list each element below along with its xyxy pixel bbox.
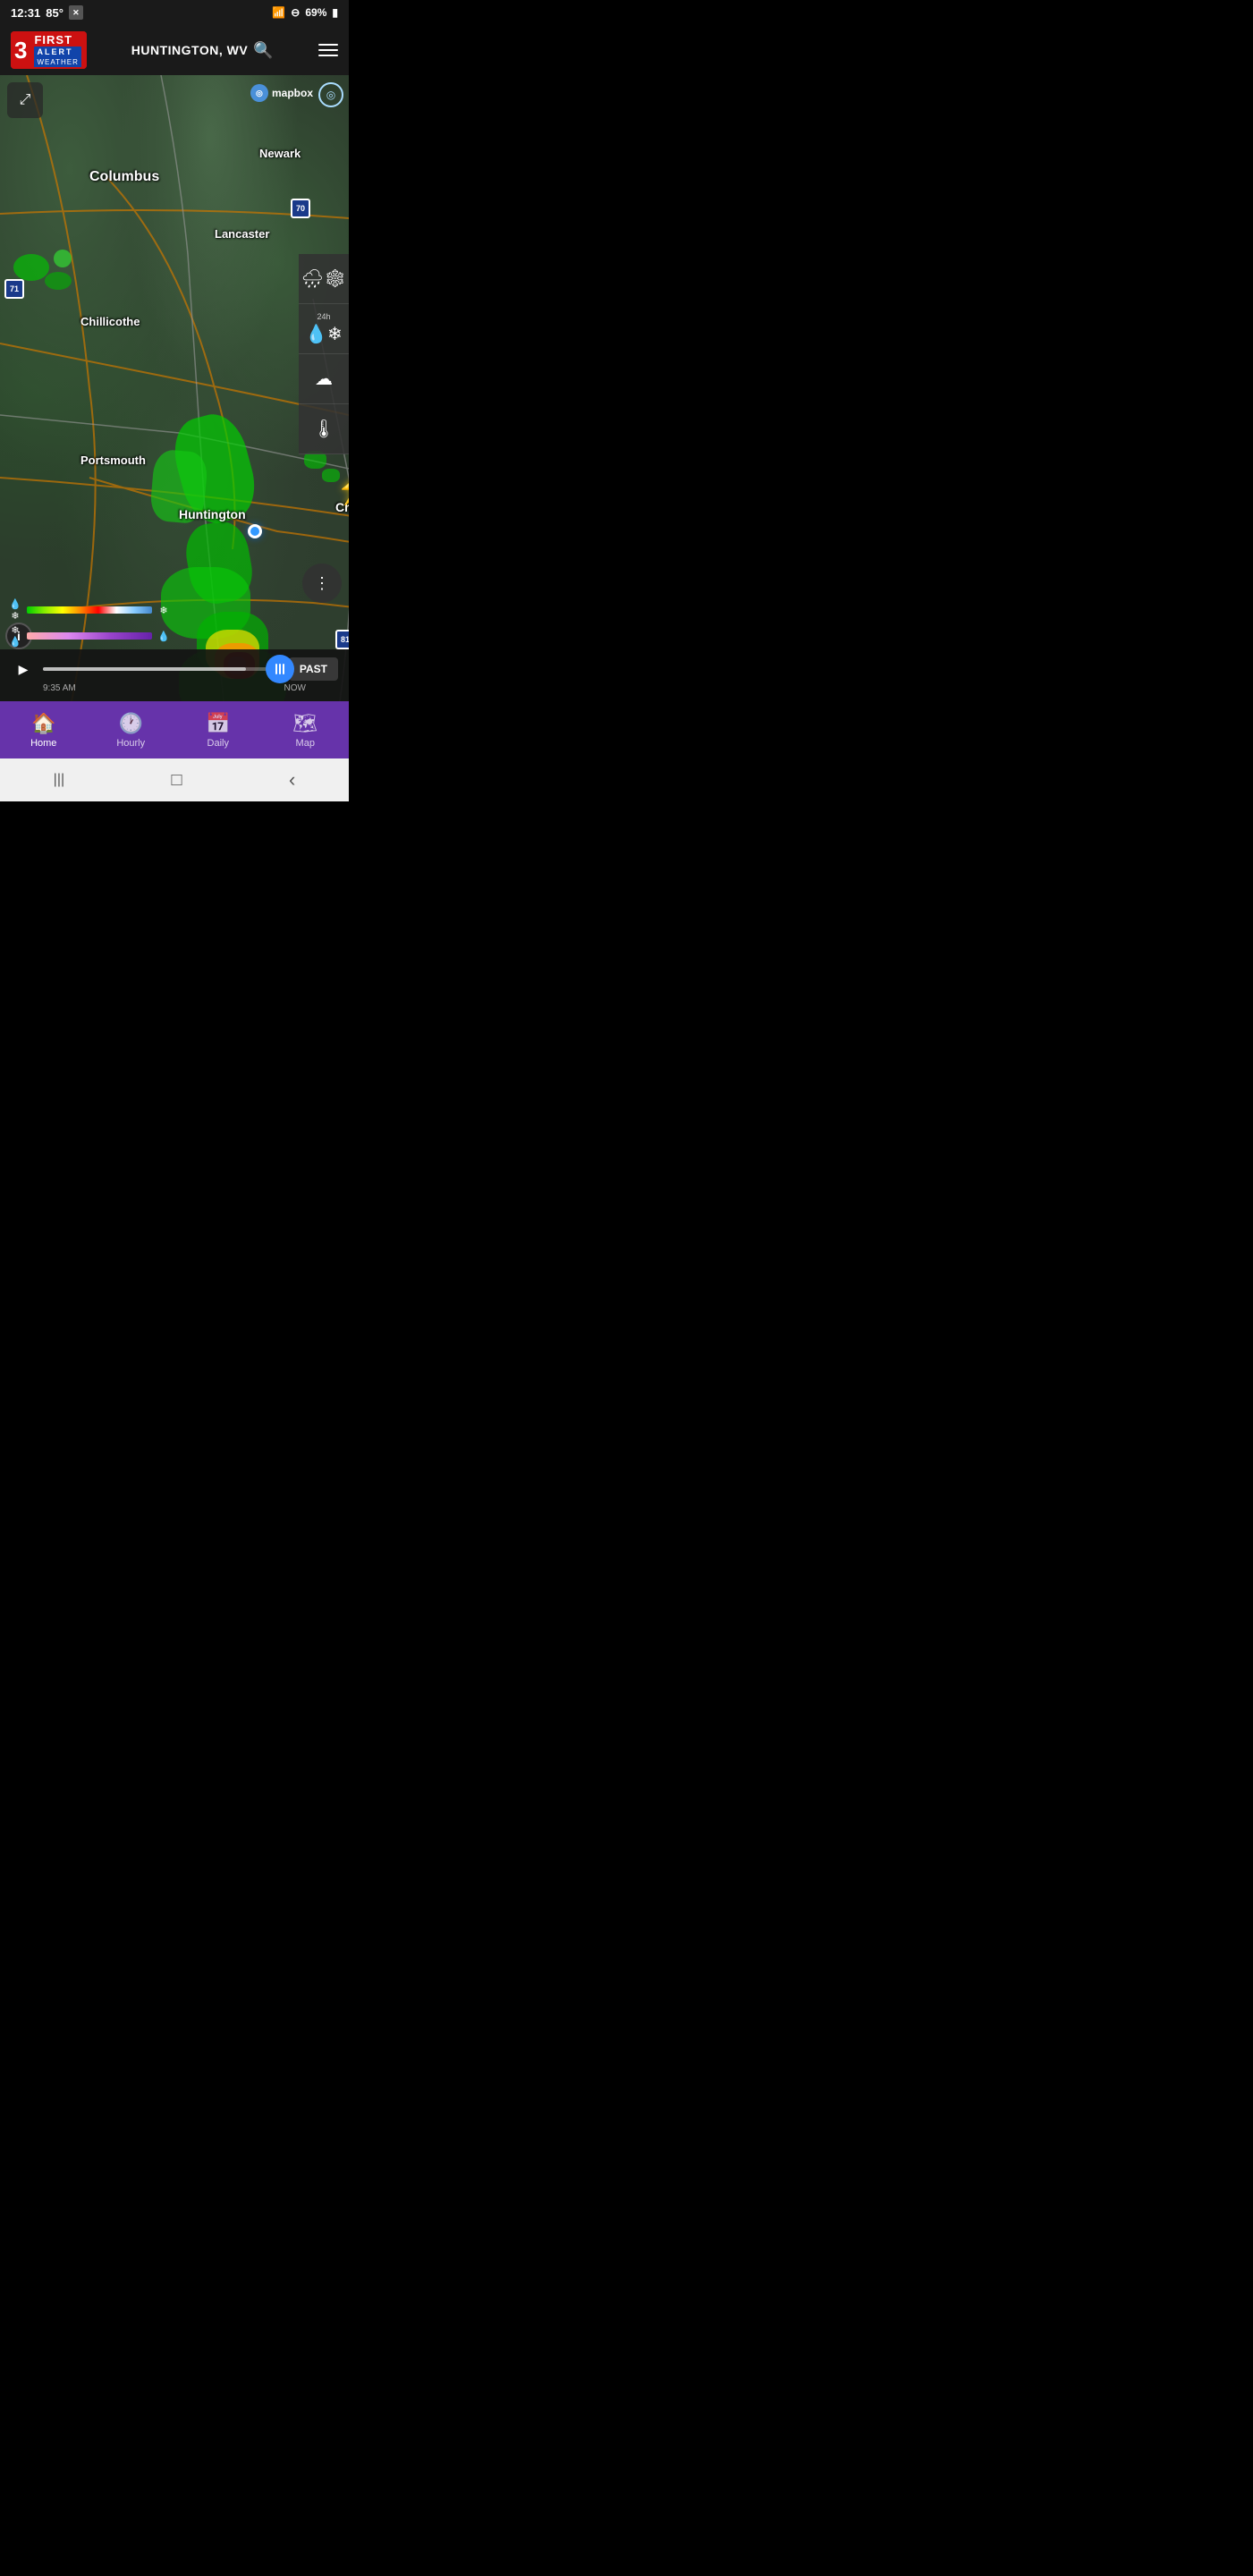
nav-map-label: Map <box>296 738 315 749</box>
map-container[interactable]: Columbus Newark Lancaster Chillicothe Pa… <box>0 75 349 701</box>
mapbox-logo: ◎ <box>250 84 268 102</box>
start-time-label: 9:35 AM <box>43 683 76 693</box>
location-button[interactable]: ◎ <box>318 82 343 107</box>
shield-70: 70 <box>291 199 310 218</box>
search-icon[interactable]: 🔍 <box>253 41 274 60</box>
home-button[interactable]: □ <box>172 770 182 791</box>
location-icon: ◎ <box>326 89 335 101</box>
cloud-icon: ☁ <box>315 368 333 390</box>
back-button[interactable]: ‹ <box>289 768 295 792</box>
radar-green-3 <box>54 250 72 267</box>
past-button[interactable]: PAST <box>289 657 338 681</box>
timeline-track[interactable] <box>43 667 282 671</box>
legend-snow-right-icon: 💧 <box>156 631 172 642</box>
24h-icon: 💧❄ <box>305 323 343 345</box>
top-bar: 3 FIRST ALERT WEATHER HUNTINGTON, WV 🔍 <box>0 25 349 75</box>
timeline-thumb[interactable] <box>266 655 294 683</box>
radar-green-2 <box>45 272 72 290</box>
nav-home[interactable]: 🏠 Home <box>0 701 88 758</box>
legend-snow-left-icon: ❄💧 <box>7 624 23 648</box>
timeline-progress <box>43 667 246 671</box>
legend-rain-right-icon: ❄ <box>156 605 172 616</box>
now-label: NOW <box>284 683 306 693</box>
panel-24h-label: 24h <box>317 312 330 321</box>
radar-right2 <box>322 469 340 482</box>
panel-rain-snow[interactable]: 🌧❄ <box>299 254 349 304</box>
battery-display: 69% <box>305 6 326 19</box>
app-logo: 3 FIRST ALERT WEATHER <box>11 31 87 69</box>
recent-apps-button[interactable]: ||| <box>54 772 64 788</box>
nav-daily[interactable]: 📅 Daily <box>174 701 262 758</box>
thumb-lines <box>275 664 284 674</box>
legend-snow-gradient <box>27 632 152 640</box>
daily-icon: 📅 <box>206 712 230 735</box>
nav-daily-label: Daily <box>207 738 229 749</box>
status-right: 📶 ⊖ 69% ▮ <box>272 6 338 19</box>
nav-home-label: Home <box>30 738 56 749</box>
play-icon: ▶ <box>19 662 29 677</box>
battery-icon: ▮ <box>332 6 338 19</box>
system-nav: ||| □ ‹ <box>0 758 349 801</box>
legend-rain-gradient <box>27 606 152 614</box>
temperature-display: 85° <box>46 6 63 20</box>
mapbox-badge: ◎ mapbox <box>250 84 313 102</box>
more-icon: ⋮ <box>314 574 330 593</box>
home-icon: 🏠 <box>31 712 55 735</box>
wifi-icon: 📶 <box>272 6 285 19</box>
panel-cloud[interactable]: ☁ <box>299 354 349 404</box>
menu-button[interactable] <box>318 44 338 56</box>
logo-first: FIRST <box>34 33 80 47</box>
shield-71: 71 <box>4 279 24 299</box>
legend-bar: 💧❄ ❄ ❄💧 💧 <box>7 598 172 648</box>
more-button[interactable]: ⋮ <box>302 564 342 603</box>
mapbox-label: mapbox <box>272 87 313 99</box>
nav-map[interactable]: 🗺 Map <box>262 701 350 758</box>
legend-rain-row: 💧❄ ❄ <box>7 598 172 622</box>
status-bar: 12:31 85° ✕ 📶 ⊖ 69% ▮ <box>0 0 349 25</box>
legend-snow-row: ❄💧 💧 <box>7 624 172 648</box>
location-display[interactable]: HUNTINGTON, WV 🔍 <box>131 41 274 60</box>
expand-icon: ⤢ <box>20 92 31 108</box>
location-dot <box>248 524 262 538</box>
close-icon[interactable]: ✕ <box>69 5 83 20</box>
shield-81: 81 <box>335 630 349 649</box>
panel-24h-snow[interactable]: 24h 💧❄ <box>299 304 349 354</box>
timeline-bar: ▶ PAST 9:35 AM NOW <box>0 649 349 701</box>
radar-green-1 <box>13 254 49 281</box>
location-text: HUNTINGTON, WV <box>131 43 248 57</box>
nav-hourly[interactable]: 🕐 Hourly <box>88 701 175 758</box>
logo-number: 3 <box>11 31 32 69</box>
radar-green-main2 <box>149 449 209 525</box>
alarm-icon: ⊖ <box>291 6 300 19</box>
logo-alert: ALERT <box>34 47 80 57</box>
expand-button[interactable]: ⤢ <box>7 82 43 118</box>
legend-rain-left-icon: 💧❄ <box>7 598 23 622</box>
map-right-panel: 🌧❄ 24h 💧❄ ☁ 🌡 <box>299 254 349 454</box>
bottom-nav: 🏠 Home 🕐 Hourly 📅 Daily 🗺 Map <box>0 701 349 758</box>
time-labels: 9:35 AM NOW <box>11 682 338 693</box>
timeline-controls: ▶ PAST <box>11 657 338 682</box>
status-left: 12:31 85° ✕ <box>11 5 83 20</box>
logo-weather: WEATHER <box>34 57 80 67</box>
thermometer-icon: 🌡 <box>312 418 334 440</box>
map-icon: 🗺 <box>292 712 317 735</box>
hourly-icon: 🕐 <box>119 712 143 735</box>
play-button[interactable]: ▶ <box>11 657 36 682</box>
panel-temp[interactable]: 🌡 <box>299 404 349 454</box>
nav-hourly-label: Hourly <box>116 738 145 749</box>
rain-snow-icon: 🌧❄ <box>301 267 347 290</box>
time-display: 12:31 <box>11 6 40 20</box>
